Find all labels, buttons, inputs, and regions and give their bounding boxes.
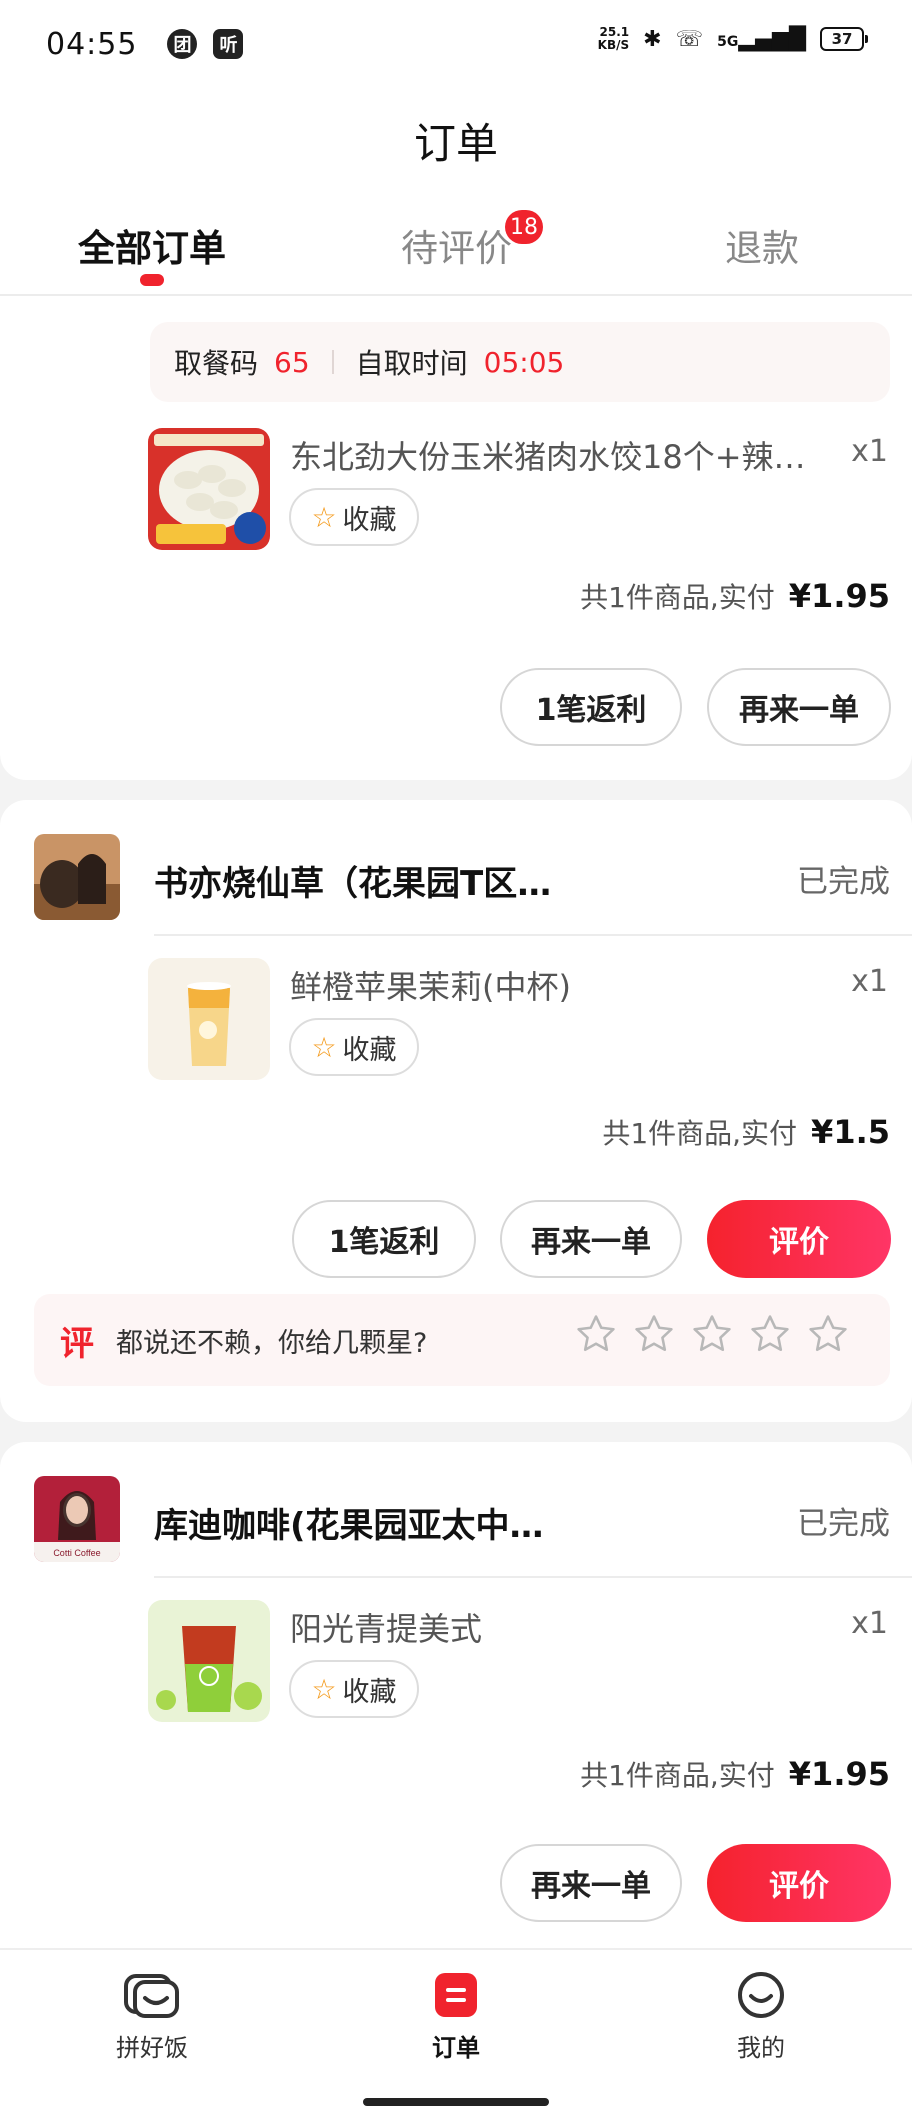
order-tabs: 全部订单 待评价 18 退款 — [0, 210, 912, 296]
profile-icon — [738, 1972, 784, 2018]
rating-prompt: 评 都说还不赖，你给几颗星? — [34, 1294, 890, 1386]
reorder-button[interactable]: 再来一单 — [707, 668, 891, 746]
pinhaofan-icon — [124, 1974, 179, 2018]
star-icon: ☆ — [311, 1672, 337, 1706]
favorite-button[interactable]: ☆ 收藏 — [289, 1660, 419, 1718]
item-name[interactable]: 阳光青提美式 — [290, 1604, 482, 1650]
nav-item-orders[interactable]: 订单 — [376, 1970, 536, 2063]
favorite-button[interactable]: ☆ 收藏 — [289, 488, 419, 546]
review-button[interactable]: 评价 — [707, 1200, 891, 1278]
nav-label: 拼好饭 — [116, 2034, 188, 2062]
wifi-call-icon: ☏ — [675, 26, 704, 52]
pending-review-badge: 18 — [505, 210, 543, 244]
order-icon — [435, 1973, 477, 2017]
meituan-app-icon: 团 — [167, 29, 198, 59]
shop-logo[interactable] — [34, 834, 120, 920]
item-quantity: x1 — [851, 964, 888, 999]
listen-app-icon: 听 — [213, 29, 244, 59]
rebate-button[interactable]: 1笔返利 — [500, 668, 682, 746]
item-name[interactable]: 东北劲大份玉米猪肉水饺18个+辣… — [290, 432, 806, 478]
reorder-button[interactable]: 再来一单 — [500, 1200, 682, 1278]
product-image-orange-jasmine[interactable] — [148, 958, 270, 1080]
total-text: 共1件商品,实付 — [580, 1759, 775, 1792]
review-tag: 评 — [60, 1323, 94, 1364]
order-card[interactable]: 书亦烧仙草（花果园T区… 已完成 鲜橙苹果茉莉(中杯) x1 ☆ 收藏 共1件商… — [0, 800, 912, 1422]
star-icon: ☆ — [311, 500, 337, 534]
rebate-button[interactable]: 1笔返利 — [292, 1200, 476, 1278]
cell-signal-icon: 5G▂▄▆█ — [717, 26, 806, 52]
total-price: ¥1.5 — [811, 1113, 890, 1151]
review-button[interactable]: 评价 — [707, 1844, 891, 1922]
star-icon: ☆ — [311, 1030, 337, 1064]
rating-star-5[interactable] — [806, 1312, 850, 1356]
favorite-label: 收藏 — [342, 1676, 397, 1708]
rating-star-3[interactable] — [690, 1312, 734, 1356]
total-text: 共1件商品,实付 — [602, 1117, 798, 1150]
pickup-time-label: 自取时间 — [355, 347, 468, 380]
rating-question: 都说还不赖，你给几颗星? — [116, 1327, 428, 1359]
pickup-info: 取餐码 65 自取时间 05:05 — [150, 322, 890, 402]
net-speed: 25.1 KB/S — [597, 25, 630, 52]
bluetooth-icon: ✱ — [643, 26, 662, 52]
rating-stars — [574, 1312, 850, 1356]
battery-icon: 37 — [820, 27, 868, 51]
reorder-button[interactable]: 再来一单 — [500, 1844, 682, 1922]
rating-star-2[interactable] — [632, 1312, 676, 1356]
nav-label: 订单 — [432, 2034, 480, 2062]
order-card[interactable]: Cotti Coffee 库迪咖啡(花果园亚太中… 已完成 阳光青提美式 x1 … — [0, 1442, 912, 1952]
active-tab-indicator — [140, 274, 164, 286]
rating-star-1[interactable] — [574, 1312, 618, 1356]
tab-all-orders[interactable]: 全部订单 — [78, 218, 226, 272]
item-name[interactable]: 鲜橙苹果茉莉(中杯) — [290, 962, 571, 1008]
page-title: 订单 — [413, 119, 498, 168]
home-indicator[interactable] — [363, 2098, 549, 2106]
total-text: 共1件商品,实付 — [580, 581, 775, 614]
shop-name[interactable]: 库迪咖啡(花果园亚太中… — [154, 1498, 544, 1547]
favorite-label: 收藏 — [342, 504, 397, 536]
status-time: 04:55 — [46, 26, 138, 62]
order-total: 共1件商品,实付 ¥1.5 — [602, 1112, 890, 1152]
favorite-label: 收藏 — [342, 1034, 397, 1066]
pickup-code-label: 取餐码 — [174, 347, 259, 380]
rating-star-4[interactable] — [748, 1312, 792, 1356]
order-total: 共1件商品,实付 ¥1.95 — [580, 576, 890, 616]
tab-refund[interactable]: 退款 — [725, 218, 799, 272]
product-image-dumplings[interactable] — [148, 428, 270, 550]
shop-name[interactable]: 书亦烧仙草（花果园T区… — [154, 856, 551, 905]
total-price: ¥1.95 — [788, 577, 890, 615]
tab-pending-review[interactable]: 待评价 — [401, 218, 512, 272]
item-quantity: x1 — [851, 434, 888, 469]
nav-item-profile[interactable]: 我的 — [681, 1970, 841, 2063]
order-status: 已完成 — [797, 864, 890, 900]
divider — [154, 934, 912, 936]
page-header: 订单 全部订单 待评价 18 退款 — [0, 88, 912, 296]
order-card[interactable]: 取餐码 65 自取时间 05:05 东北劲大份玉米猪肉水饺18个+辣… x1 ☆… — [0, 296, 912, 780]
total-price: ¥1.95 — [788, 1755, 890, 1793]
order-total: 共1件商品,实付 ¥1.95 — [580, 1754, 890, 1794]
pickup-code: 65 — [274, 345, 310, 379]
order-status: 已完成 — [797, 1506, 890, 1542]
divider — [154, 1576, 912, 1578]
pickup-time: 05:05 — [483, 345, 565, 379]
item-quantity: x1 — [851, 1606, 888, 1641]
shop-logo[interactable]: Cotti Coffee — [34, 1476, 120, 1562]
status-indicators: 25.1 KB/S ✱ ☏ 5G▂▄▆█ 37 — [597, 25, 868, 52]
favorite-button[interactable]: ☆ 收藏 — [289, 1018, 419, 1076]
svg-text:Cotti Coffee: Cotti Coffee — [53, 1548, 100, 1558]
product-image-grape-americano[interactable] — [148, 1600, 270, 1722]
pickup-separator — [331, 350, 334, 374]
status-bar: 04:55 团 听 25.1 KB/S ✱ ☏ 5G▂▄▆█ 37 — [0, 0, 912, 88]
nav-item-pinhaofan[interactable]: 拼好饭 — [72, 1970, 232, 2063]
nav-label: 我的 — [737, 2034, 785, 2062]
